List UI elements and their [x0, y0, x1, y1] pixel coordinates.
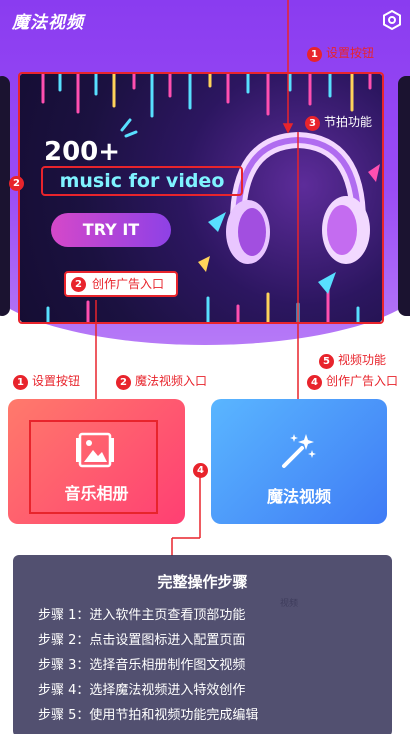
- annotation-text: 创作广告入口: [326, 374, 399, 388]
- annotation-number: 2: [9, 176, 24, 191]
- step-item: 步骤 1：进入软件主页查看顶部功能: [38, 608, 246, 623]
- annotation-text: 创作广告入口: [92, 277, 165, 291]
- subline-highlight-frame: [41, 166, 243, 196]
- steps-panel: 完整操作步骤 步骤 1：进入软件主页查看顶部功能 步骤 2：点击设置图标进入配置…: [13, 555, 392, 734]
- annotation-text: 节拍功能: [324, 115, 373, 129]
- annotation-number: 1: [13, 375, 28, 390]
- annotation-text: 魔法视频入口: [135, 374, 208, 388]
- step-item: 步骤 4：选择魔法视频进入特效创作: [38, 683, 246, 698]
- annotation-text: 设置按钮: [32, 374, 81, 388]
- annotation-text: 设置按钮: [326, 46, 375, 60]
- app-title: 魔法视频: [12, 13, 84, 33]
- ad-entry-label: 2 创作广告入口: [64, 271, 178, 297]
- annotation-ad-entry-right: 4 创作广告入口: [307, 373, 398, 390]
- steps-title: 完整操作步骤: [157, 573, 248, 591]
- annotation-magic-entry: 2 魔法视频入口: [116, 373, 207, 390]
- annotation-settings-top: 1 设置按钮: [307, 45, 374, 62]
- annotation-number: 3: [305, 116, 320, 131]
- annotation-video-function: 5 视频功能: [319, 352, 386, 369]
- annotation-music-video: 2: [9, 174, 24, 191]
- step-item: 步骤 3：选择音乐相册制作图文视频: [38, 658, 246, 673]
- annotation-text: 视频功能: [338, 353, 387, 367]
- app-screen: 魔法视频 200+ music for video TRY IT 2 创作广告入…: [0, 0, 410, 734]
- annotation-settings-left: 1 设置按钮: [13, 373, 80, 390]
- magic-wand-icon: [282, 434, 316, 468]
- annotation-number: 1: [307, 47, 322, 62]
- annotation-number: 4: [307, 375, 322, 390]
- settings-icon[interactable]: [381, 9, 403, 31]
- step-item: 步骤 2：点击设置图标进入配置页面: [38, 633, 246, 648]
- step-item: 步骤 5：使用节拍和视频功能完成编辑: [38, 708, 259, 723]
- annotation-number: 5: [319, 354, 334, 369]
- annotation-number: 2: [116, 375, 131, 390]
- annotation-marker-4: 4: [193, 461, 208, 478]
- annotation-number: 4: [193, 463, 208, 478]
- carousel-prev-card[interactable]: [0, 76, 10, 316]
- annotation-number: 2: [71, 277, 86, 292]
- carousel-next-card[interactable]: [398, 76, 410, 316]
- magic-video-label: 魔法视频: [266, 487, 331, 506]
- annotation-beat: 3 节拍功能: [305, 114, 372, 131]
- music-album-highlight-frame: [29, 420, 158, 514]
